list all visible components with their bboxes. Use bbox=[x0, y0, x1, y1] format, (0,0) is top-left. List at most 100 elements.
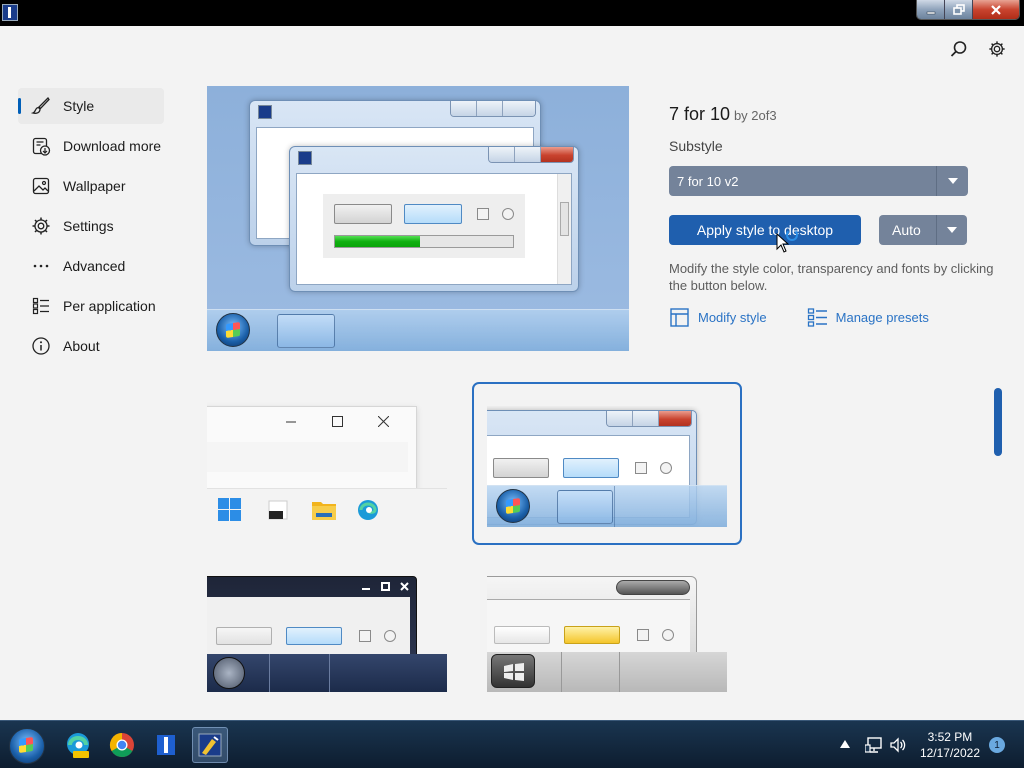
substyle-dropdown[interactable]: 7 for 10 v2 bbox=[669, 166, 968, 196]
close-icon bbox=[991, 4, 1001, 15]
app-icon bbox=[157, 735, 175, 755]
preview-taskbar bbox=[207, 488, 447, 530]
sidebar-item-style[interactable]: Style bbox=[18, 88, 164, 124]
gear-icon[interactable] bbox=[988, 40, 1006, 58]
sidebar-item-label: Per application bbox=[63, 298, 156, 314]
sidebar-item-label: Settings bbox=[63, 218, 114, 234]
sidebar-item-label: About bbox=[63, 338, 100, 354]
close-icon bbox=[378, 416, 389, 427]
sidebar-item-wallpaper[interactable]: Wallpaper bbox=[18, 168, 164, 204]
more-icon bbox=[30, 255, 52, 277]
scrollbar-thumb[interactable] bbox=[994, 388, 1002, 456]
sidebar-item-label: Download more s bbox=[63, 138, 164, 154]
preview-radio bbox=[502, 208, 514, 220]
gear-icon bbox=[30, 215, 52, 237]
style-details: 7 for 10 by 2of3 Substyle 7 for 10 v2 Ap… bbox=[669, 104, 993, 328]
maximize-icon bbox=[332, 416, 343, 427]
caption-buttons bbox=[916, 0, 1020, 20]
style-thumbnail-dark[interactable] bbox=[207, 566, 447, 692]
windows-logo-icon bbox=[218, 498, 241, 521]
style-name: 7 for 10 bbox=[669, 104, 731, 124]
restore-button[interactable] bbox=[945, 0, 973, 19]
preview-progress-bar bbox=[334, 235, 514, 248]
image-icon bbox=[30, 175, 52, 197]
modify-style-icon bbox=[670, 308, 689, 327]
sidebar-item-label: Style bbox=[63, 98, 95, 114]
preview-scrollbar bbox=[557, 174, 571, 284]
sidebar-nav: Style Download more s Wallpaper Settings… bbox=[18, 88, 164, 368]
style-thumbnail-silver[interactable] bbox=[487, 566, 727, 692]
sidebar-item-label: Advanced bbox=[63, 258, 126, 274]
modify-style-link[interactable]: Modify style bbox=[669, 307, 767, 328]
taskbar-app-edge-can[interactable] bbox=[60, 727, 96, 763]
preview-taskbar bbox=[487, 485, 727, 527]
info-icon bbox=[30, 335, 52, 357]
style-thumbnail-win11[interactable] bbox=[207, 396, 447, 552]
preview-caption-buttons bbox=[450, 101, 536, 117]
preview-checkbox bbox=[477, 208, 489, 220]
taskbar-app-blue[interactable] bbox=[148, 727, 184, 763]
preview-blue-button bbox=[404, 204, 462, 224]
download-icon bbox=[30, 135, 52, 157]
modify-description: Modify the style color, transparency and… bbox=[669, 261, 994, 293]
start-button[interactable] bbox=[7, 725, 47, 765]
app-client-area: Style Download more s Wallpaper Settings… bbox=[0, 26, 1024, 720]
taskbar-app-chrome[interactable] bbox=[104, 727, 140, 763]
style-preview bbox=[207, 86, 629, 351]
list-icon bbox=[30, 295, 52, 317]
clock-time: 3:52 PM bbox=[927, 730, 973, 744]
taskbar-clock[interactable]: 3:52 PM 12/17/2022 bbox=[920, 729, 980, 761]
manage-presets-icon bbox=[807, 308, 827, 327]
start-button-icon bbox=[491, 654, 535, 688]
app-icon bbox=[2, 4, 18, 21]
auto-label: Auto bbox=[892, 222, 921, 238]
top-toolbar bbox=[950, 40, 1006, 58]
minimize-icon bbox=[926, 11, 935, 14]
title-bar[interactable] bbox=[0, 0, 1024, 26]
sidebar-item-download[interactable]: Download more s bbox=[18, 128, 164, 164]
style-author: by 2of3 bbox=[733, 108, 777, 123]
preview-taskbar bbox=[207, 309, 629, 351]
edge-icon bbox=[358, 500, 378, 520]
sidebar-item-about[interactable]: About bbox=[18, 328, 164, 364]
auto-button[interactable]: Auto bbox=[879, 215, 967, 245]
substyle-value: 7 for 10 v2 bbox=[677, 173, 739, 189]
preview-gray-button bbox=[334, 204, 392, 224]
clock-date: 12/17/2022 bbox=[919, 746, 980, 760]
apply-style-button[interactable]: Apply style to desktop bbox=[669, 215, 861, 245]
start-orb-icon bbox=[216, 313, 250, 347]
os-taskbar: 3:52 PM 12/17/2022 1 bbox=[0, 720, 1024, 768]
preview-taskbar bbox=[207, 654, 447, 692]
sidebar-item-settings[interactable]: Settings bbox=[18, 208, 164, 244]
sidebar-item-per-application[interactable]: Per application bbox=[18, 288, 164, 324]
folder-icon bbox=[312, 502, 336, 520]
sidebar-item-label: Wallpaper bbox=[63, 178, 126, 194]
manage-presets-link[interactable]: Manage presets bbox=[807, 307, 929, 328]
network-icon[interactable] bbox=[865, 736, 883, 754]
window-icon bbox=[298, 151, 312, 165]
brush-icon bbox=[30, 95, 52, 117]
search-icon[interactable] bbox=[950, 40, 968, 58]
start-orb-icon bbox=[496, 489, 530, 523]
notification-badge[interactable]: 1 bbox=[989, 737, 1005, 753]
start-orb-icon bbox=[213, 657, 245, 689]
edge-can-icon bbox=[67, 733, 89, 758]
minimize-button[interactable] bbox=[917, 0, 945, 19]
preview-front-window bbox=[289, 146, 579, 292]
busy-indicator-icon bbox=[786, 229, 798, 241]
sidebar-item-advanced[interactable]: Advanced bbox=[18, 248, 164, 284]
start-orb-icon bbox=[9, 728, 45, 764]
taskbar-app-style-app[interactable] bbox=[192, 727, 228, 763]
close-button[interactable] bbox=[973, 0, 1019, 19]
close-icon bbox=[400, 582, 409, 591]
preview-caption-buttons bbox=[606, 411, 692, 427]
chevron-up-icon[interactable] bbox=[840, 740, 850, 748]
preview-caption-buttons bbox=[488, 147, 574, 163]
volume-icon[interactable] bbox=[889, 736, 907, 754]
minimize-icon bbox=[286, 421, 296, 423]
preview-caption-buttons bbox=[616, 580, 690, 595]
chrome-icon bbox=[109, 733, 134, 758]
chevron-down-icon[interactable] bbox=[936, 215, 967, 245]
substyle-label: Substyle bbox=[669, 138, 723, 154]
style-thumbnail-win7 bbox=[487, 406, 727, 527]
